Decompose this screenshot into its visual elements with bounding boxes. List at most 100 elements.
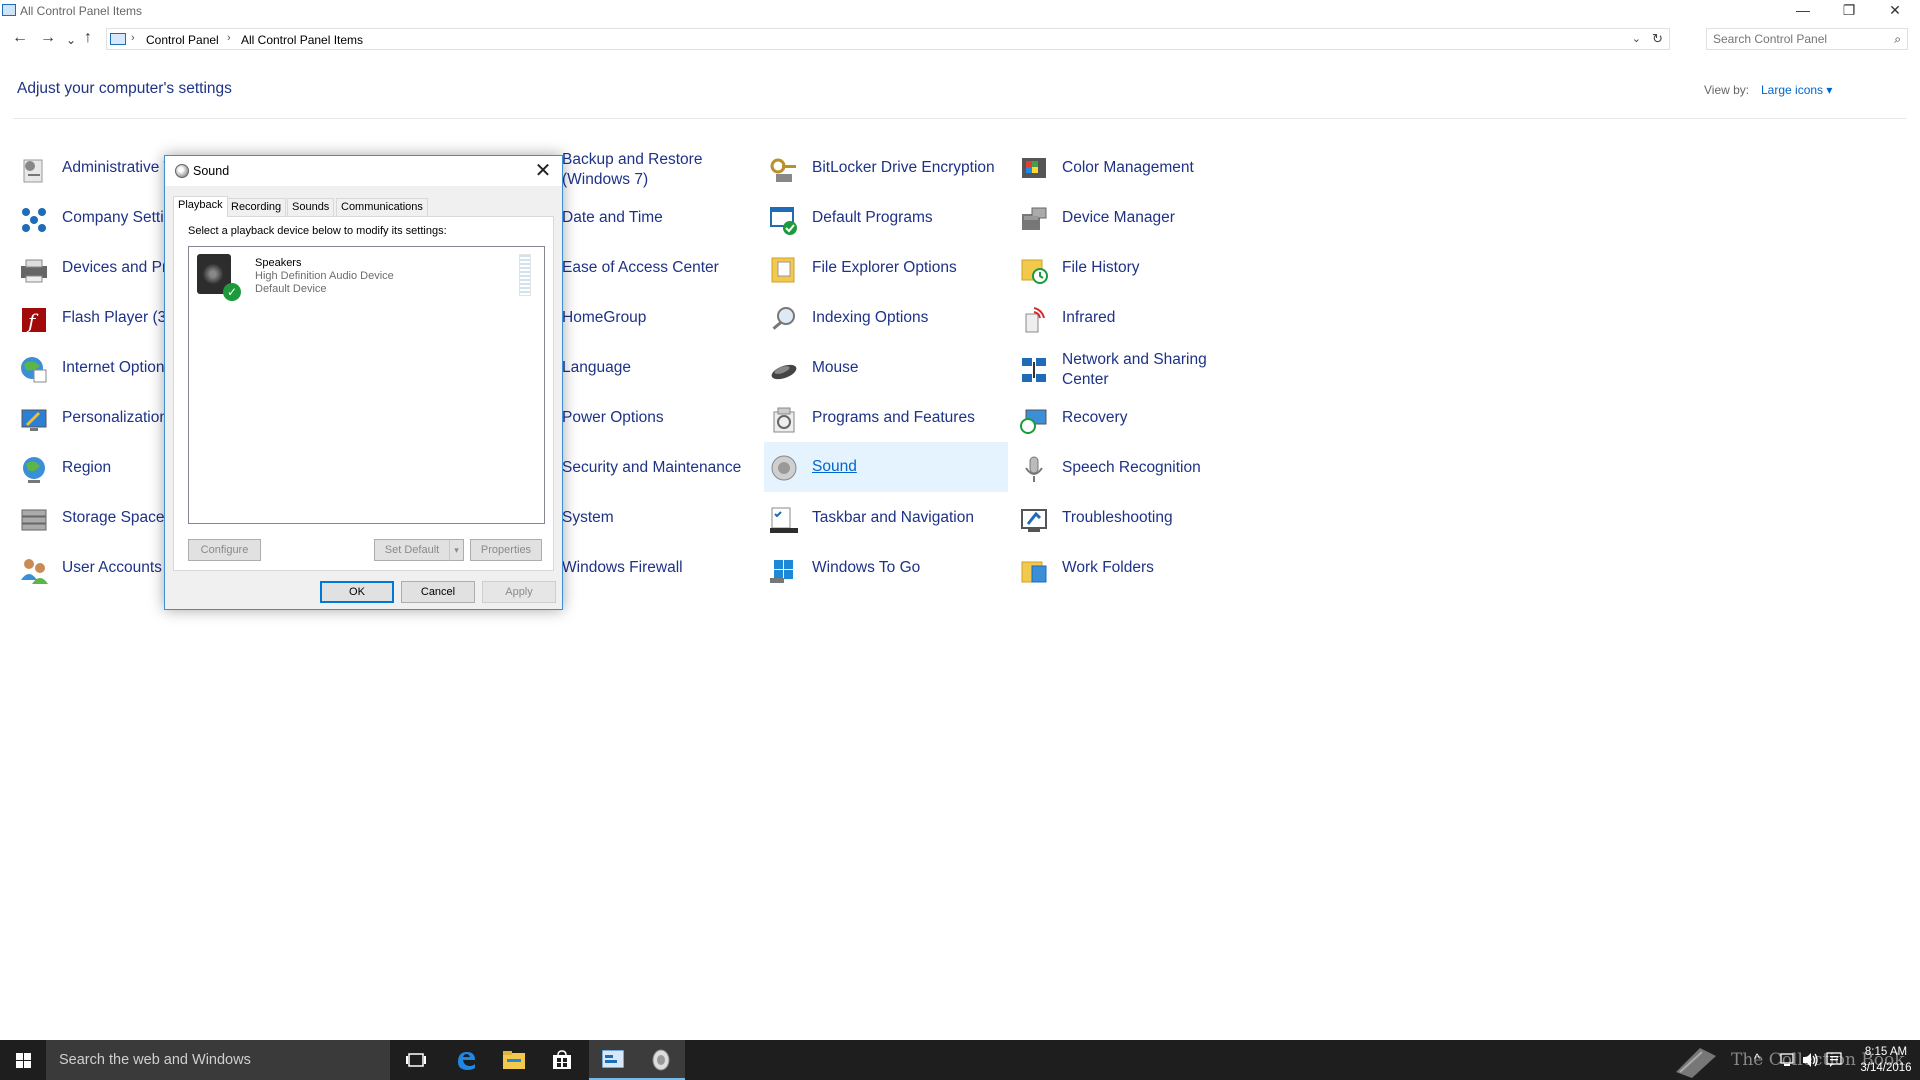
recent-locations-button[interactable]: ⌄ <box>66 32 76 48</box>
cp-item-sound[interactable]: Sound <box>764 442 1008 492</box>
storage-spaces-icon <box>21 509 47 531</box>
taskbar-clock[interactable]: 8:15 AM 3/14/2016 <box>1854 1044 1918 1076</box>
cp-item-windows-to-go[interactable]: Windows To Go <box>768 546 1008 590</box>
cp-item-work-folders[interactable]: Work Folders <box>1018 546 1258 590</box>
printer-icon <box>21 259 47 283</box>
folder-options-icon <box>771 257 795 283</box>
cp-item-label: Backup and Restore (Windows 7) <box>562 151 703 188</box>
cp-item-label: Work Folders <box>1062 559 1154 576</box>
programs-features-icon <box>773 407 795 433</box>
taskbar-search[interactable]: Search the web and Windows <box>46 1040 390 1080</box>
cp-item-troubleshooting[interactable]: Troubleshooting <box>1018 496 1258 540</box>
cp-item-mouse[interactable]: Mouse <box>768 346 1008 390</box>
task-view-icon[interactable] <box>392 1040 440 1080</box>
cp-item-device-manager[interactable]: Device Manager <box>1018 196 1258 240</box>
forward-button[interactable]: → <box>40 30 56 46</box>
playback-panel: Select a playback device below to modify… <box>173 216 554 571</box>
playback-device-list[interactable]: ✓ Speakers High Definition Audio Device … <box>188 246 545 524</box>
cp-item-label: Troubleshooting <box>1062 509 1173 526</box>
cp-item-label: Recovery <box>1062 409 1128 426</box>
cp-item-label: Storage Spaces <box>62 509 173 526</box>
breadcrumb-separator[interactable]: › <box>227 32 231 44</box>
windows-logo-icon <box>16 1053 31 1068</box>
cp-item-label: Power Options <box>562 409 664 426</box>
cp-item-recovery[interactable]: Recovery <box>1018 396 1258 440</box>
minimize-button[interactable]: — <box>1780 0 1826 22</box>
tray-chevron-icon[interactable]: ^ <box>1754 1051 1760 1080</box>
network-tray-icon[interactable] <box>1780 1053 1796 1067</box>
clock-date: 3/14/2016 <box>1860 1062 1912 1074</box>
cp-item-label: Ease of Access Center <box>562 259 719 276</box>
configure-button[interactable]: Configure <box>188 539 261 561</box>
cp-item-label: Security and Maintenance <box>562 459 742 476</box>
cp-item-network-and-sharing-center[interactable]: Network and Sharing Center <box>1018 346 1258 390</box>
cp-item-label: User Accounts <box>62 559 162 576</box>
region-globe-icon <box>23 457 45 483</box>
color-management-icon <box>1022 158 1046 178</box>
restore-button[interactable]: ❐ <box>1826 0 1872 22</box>
cp-item-speech-recognition[interactable]: Speech Recognition <box>1018 446 1258 490</box>
back-button[interactable]: ← <box>12 30 28 46</box>
breadcrumb-control-panel[interactable]: Control Panel <box>146 33 219 47</box>
playback-instruction: Select a playback device below to modify… <box>188 225 447 237</box>
up-button[interactable]: ↑ <box>84 30 92 46</box>
tab-recording[interactable]: Recording <box>226 198 287 216</box>
cp-item-label: Internet Options <box>62 359 173 376</box>
cp-item-file-history[interactable]: File History <box>1018 246 1258 290</box>
address-dropdown-icon[interactable]: ⌄ <box>1632 32 1641 45</box>
file-explorer-icon[interactable] <box>490 1040 538 1080</box>
cp-item-label: Windows Firewall <box>562 559 683 576</box>
taskbar: Search the web and Windows The Collectio… <box>0 1040 1920 1080</box>
view-by-label: View by: <box>1704 83 1750 97</box>
search-icon[interactable]: ⌕ <box>1894 32 1901 47</box>
mouse-icon <box>771 364 797 380</box>
set-default-button[interactable]: Set Default <box>374 539 450 561</box>
cp-item-label: Region <box>62 459 112 476</box>
sound-taskbar-icon[interactable] <box>637 1040 685 1080</box>
edge-browser-icon[interactable] <box>442 1040 490 1080</box>
cp-item-label: Sound <box>812 458 857 475</box>
cancel-button[interactable]: Cancel <box>401 581 475 603</box>
cp-item-infrared[interactable]: Infrared <box>1018 296 1258 340</box>
cp-item-taskbar-and-navigation[interactable]: Taskbar and Navigation <box>768 496 1008 540</box>
ok-button[interactable]: OK <box>320 581 394 603</box>
cp-item-programs-and-features[interactable]: Programs and Features <box>768 396 1008 440</box>
sound-speaker-icon <box>771 455 797 481</box>
properties-button[interactable]: Properties <box>470 539 542 561</box>
apply-button[interactable]: Apply <box>482 581 556 603</box>
volume-tray-icon[interactable] <box>1802 1052 1820 1068</box>
search-box[interactable]: ⌕ <box>1706 28 1908 50</box>
set-default-dropdown-icon[interactable]: ▾ <box>449 539 464 561</box>
windows-to-go-icon <box>770 560 793 583</box>
dialog-close-button[interactable]: ✕ <box>530 158 556 183</box>
store-icon[interactable] <box>538 1040 586 1080</box>
cp-item-label: File History <box>1062 259 1140 276</box>
tab-playback[interactable]: Playback <box>173 196 228 217</box>
breadcrumb-all-items[interactable]: All Control Panel Items <box>241 33 363 47</box>
address-bar[interactable]: › Control Panel › All Control Panel Item… <box>106 28 1670 50</box>
close-window-button[interactable]: ✕ <box>1872 0 1918 22</box>
cp-item-label: Language <box>562 359 631 376</box>
breadcrumb-separator[interactable]: › <box>131 32 135 44</box>
search-input[interactable] <box>1707 29 1877 49</box>
cp-item-indexing-options[interactable]: Indexing Options <box>768 296 1008 340</box>
dialog-titlebar[interactable]: Sound ✕ <box>165 156 562 186</box>
tab-sounds[interactable]: Sounds <box>287 198 335 216</box>
cp-item-default-programs[interactable]: Default Programs <box>768 196 1008 240</box>
tab-communications[interactable]: Communications <box>336 198 428 216</box>
file-history-icon <box>1021 259 1048 284</box>
device-speakers[interactable]: ✓ Speakers High Definition Audio Device … <box>191 250 531 302</box>
cp-item-label: Taskbar and Navigation <box>812 509 974 526</box>
cp-item-label: Indexing Options <box>812 309 929 326</box>
cp-item-file-explorer-options[interactable]: File Explorer Options <box>768 246 1008 290</box>
cp-item-color-management[interactable]: Color Management <box>1018 146 1258 190</box>
view-by-dropdown[interactable]: Large icons ▾ <box>1761 83 1832 97</box>
control-panel-taskbar-icon[interactable] <box>589 1040 637 1080</box>
cp-item-bitlocker[interactable]: BitLocker Drive Encryption <box>768 146 1008 190</box>
refresh-icon[interactable]: ↻ <box>1652 31 1663 47</box>
action-center-icon[interactable] <box>1826 1052 1842 1068</box>
sound-dialog: Sound ✕ Playback Recording Sounds Commun… <box>164 155 563 610</box>
start-button[interactable] <box>0 1040 46 1080</box>
default-programs-icon <box>770 207 797 235</box>
cp-item-label: Windows To Go <box>812 559 921 576</box>
